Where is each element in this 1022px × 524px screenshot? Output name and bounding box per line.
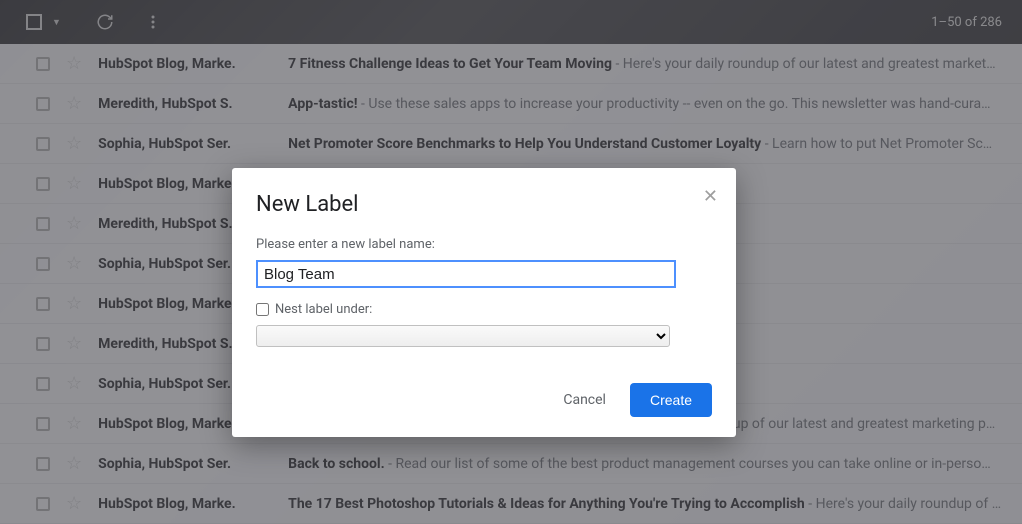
label-name-input[interactable] [256,260,676,288]
star-icon[interactable]: ☆ [66,373,82,394]
sender: Meredith, HubSpot S. [98,96,288,112]
row-checkbox[interactable] [36,217,50,231]
dialog-title: New Label [256,192,712,217]
star-icon[interactable]: ☆ [66,413,82,434]
row-checkbox[interactable] [36,497,50,511]
toolbar: ▼ 1–50 of 286 [0,0,1022,44]
star-icon[interactable]: ☆ [66,493,82,514]
row-checkbox[interactable] [36,377,50,391]
cancel-button[interactable]: Cancel [563,392,606,408]
star-icon[interactable]: ☆ [66,453,82,474]
subject-line: 7 Fitness Challenge Ideas to Get Your Te… [288,56,1018,72]
nest-checkbox[interactable] [256,303,269,316]
dialog-prompt: Please enter a new label name: [256,237,712,252]
refresh-icon[interactable] [91,8,119,36]
star-icon[interactable]: ☆ [66,53,82,74]
row-checkbox[interactable] [36,137,50,151]
subject-line: App-tastic! - Use these sales apps to in… [288,96,1018,112]
row-checkbox[interactable] [36,177,50,191]
select-all-checkbox[interactable] [20,8,48,36]
more-icon[interactable] [139,8,167,36]
row-checkbox[interactable] [36,417,50,431]
email-row[interactable]: ☆ Sophia, HubSpot Ser. Back to school. -… [0,444,1022,484]
create-button[interactable]: Create [630,383,712,417]
star-icon[interactable]: ☆ [66,213,82,234]
subject-line: The 17 Best Photoshop Tutorials & Ideas … [288,496,1018,512]
sender: Sophia, HubSpot Ser. [98,456,288,472]
subject-line: Net Promoter Score Benchmarks to Help Yo… [288,136,1018,152]
email-row[interactable]: ☆ Meredith, HubSpot S. App-tastic! - Use… [0,84,1022,124]
row-checkbox[interactable] [36,337,50,351]
row-checkbox[interactable] [36,297,50,311]
row-checkbox[interactable] [36,97,50,111]
close-icon[interactable]: ✕ [703,186,718,207]
row-checkbox[interactable] [36,257,50,271]
new-label-dialog: ✕ New Label Please enter a new label nam… [232,168,736,437]
star-icon[interactable]: ☆ [66,173,82,194]
email-row[interactable]: ☆ HubSpot Blog, Marke. The 17 Best Photo… [0,484,1022,524]
row-checkbox[interactable] [36,457,50,471]
row-checkbox[interactable] [36,57,50,71]
star-icon[interactable]: ☆ [66,333,82,354]
page-count: 1–50 of 286 [931,15,1002,30]
star-icon[interactable]: ☆ [66,293,82,314]
sender: HubSpot Blog, Marke. [98,56,288,72]
select-dropdown-caret-icon[interactable]: ▼ [52,17,61,28]
email-row[interactable]: ☆ HubSpot Blog, Marke. 7 Fitness Challen… [0,44,1022,84]
subject-line: Back to school. - Read our list of some … [288,456,1018,472]
star-icon[interactable]: ☆ [66,253,82,274]
star-icon[interactable]: ☆ [66,133,82,154]
sender: HubSpot Blog, Marke. [98,496,288,512]
nest-label-text: Nest label under: [275,302,372,317]
star-icon[interactable]: ☆ [66,93,82,114]
nest-parent-select[interactable] [256,325,670,347]
sender: Sophia, HubSpot Ser. [98,136,288,152]
email-row[interactable]: ☆ Sophia, HubSpot Ser. Net Promoter Scor… [0,124,1022,164]
